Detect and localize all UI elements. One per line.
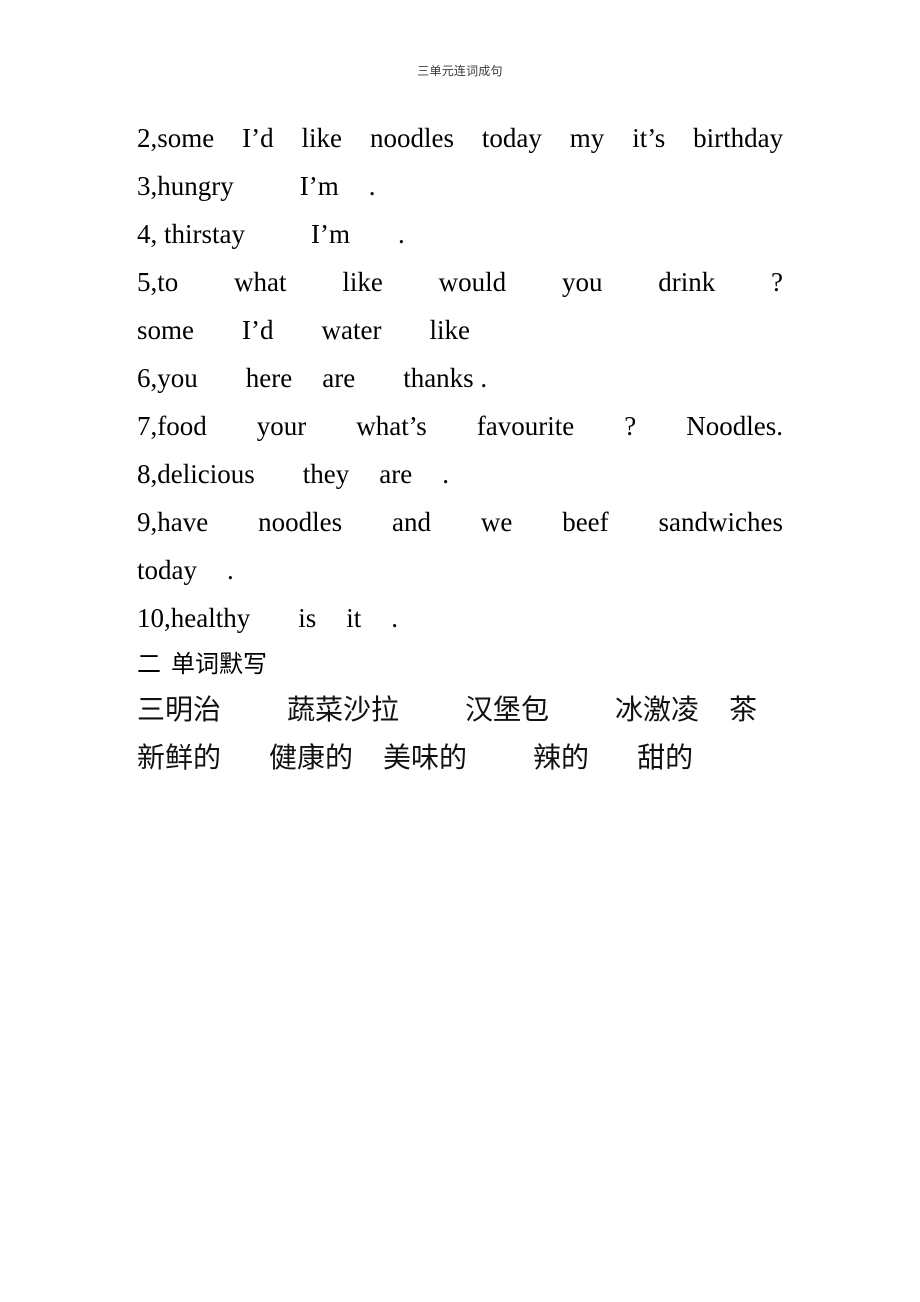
word-token: favourite	[476, 411, 575, 441]
word-token: water	[321, 315, 382, 345]
vocab-word: 汉堡包	[465, 693, 550, 726]
punctuation-token: .	[442, 459, 449, 489]
punctuation-token: .	[368, 171, 376, 201]
exercise-item-5: 5,to what like would you drink ?	[137, 258, 783, 306]
word-token: are	[322, 363, 356, 393]
punctuation-token: ?	[771, 267, 784, 297]
word-token: is	[298, 603, 317, 633]
item-number: 8,	[137, 459, 158, 489]
word-token: today	[137, 555, 197, 585]
punctuation-token: .	[391, 603, 399, 633]
word-token: here	[245, 363, 293, 393]
vocab-row-adjectives: 新鲜的 健康的 美味的 辣的 甜的	[137, 734, 783, 782]
word-token: are	[379, 459, 413, 489]
word-token: they	[302, 459, 350, 489]
word-token: your	[256, 411, 307, 441]
item-number: 6,	[137, 363, 158, 393]
punctuation-token: .	[227, 555, 234, 585]
word-token: what’s	[356, 411, 427, 441]
word-token: it	[346, 603, 362, 633]
word-token: you	[561, 267, 603, 297]
word-token: and	[391, 507, 431, 537]
section-number: 二	[137, 650, 161, 678]
word-token: noodles	[258, 507, 343, 537]
item-number: 5,	[137, 267, 158, 297]
word-token: I’d	[242, 315, 274, 345]
word-token: food	[157, 411, 207, 441]
exercise-item-10: 10,healthy is it.	[137, 594, 783, 642]
item-number: 9,	[137, 507, 158, 537]
item-number: 2,	[137, 123, 158, 153]
punctuation-token: .	[397, 219, 405, 249]
word-token: beef	[562, 507, 609, 537]
word-token: like	[301, 123, 343, 153]
word-token: delicious	[157, 459, 255, 489]
vocab-row-nouns: 三明治 蔬菜沙拉 汉堡包 冰激凌茶	[137, 686, 783, 734]
word-token: some	[137, 315, 194, 345]
vocab-word: 新鲜的	[137, 741, 222, 774]
word-token: healthy	[170, 603, 251, 633]
word-token: I’m	[311, 219, 350, 249]
exercise-item-4: 4, thirstay I’m.	[137, 210, 783, 258]
document-page: 三单元连词成句 2,some I’d like noodles today my…	[0, 0, 920, 1302]
word-token: my	[569, 123, 605, 153]
word-token: have	[157, 507, 209, 537]
exercise-item-9: 9,have noodles and we beef sandwiches	[137, 498, 783, 546]
punctuation-token: ?	[624, 411, 637, 441]
word-token: today	[481, 123, 542, 153]
exercise-item-9-continuation: today.	[137, 546, 783, 594]
word-token: thanks .	[403, 363, 488, 393]
word-token: sandwiches	[658, 507, 783, 537]
item-number: 3,	[137, 171, 158, 201]
vocab-word: 辣的	[533, 741, 590, 774]
word-token: like	[342, 267, 383, 297]
document-body: 2,some I’d like noodles today my it’s bi…	[137, 114, 783, 782]
word-token: would	[438, 267, 507, 297]
word-token: you	[157, 363, 198, 393]
item-number: 7,	[137, 411, 158, 441]
vocab-word: 冰激凌	[615, 693, 700, 726]
word-token: noodles	[369, 123, 454, 153]
exercise-item-7: 7,food your what’s favourite ? Noodles.	[137, 402, 783, 450]
answer-token: Noodles.	[686, 411, 784, 441]
item-number: 4,	[137, 219, 164, 249]
word-token: I’d	[242, 123, 274, 153]
exercise-item-5-continuation: some I’d water like	[137, 306, 783, 354]
word-token: to	[157, 267, 179, 297]
word-token: I’m	[299, 171, 339, 201]
item-number: 10,	[137, 603, 171, 633]
word-token: it’s birthday	[632, 123, 784, 153]
vocab-word: 蔬菜沙拉	[287, 693, 400, 726]
exercise-item-8: 8,delicious they are.	[137, 450, 783, 498]
vocab-word: 茶	[729, 693, 758, 726]
vocab-word: 美味的	[383, 741, 468, 774]
exercise-item-6: 6,you here are thanks .	[137, 354, 783, 402]
vocab-word: 健康的	[269, 741, 354, 774]
section-two-heading: 二单词默写	[137, 642, 783, 686]
vocab-word: 甜的	[637, 741, 694, 774]
section-title: 单词默写	[171, 650, 267, 678]
page-running-header: 三单元连词成句	[417, 64, 503, 78]
exercise-item-3: 3,hungry I’m.	[137, 162, 783, 210]
word-token: like	[429, 315, 470, 345]
word-token: we	[480, 507, 513, 537]
word-token: thirstay	[164, 219, 245, 249]
word-token: hungry	[157, 171, 234, 201]
word-token: some	[157, 123, 215, 153]
word-token: what	[234, 267, 287, 297]
exercise-item-2: 2,some I’d like noodles today my it’s bi…	[137, 114, 783, 162]
word-token: drink	[658, 267, 716, 297]
vocab-word: 三明治	[137, 693, 222, 726]
